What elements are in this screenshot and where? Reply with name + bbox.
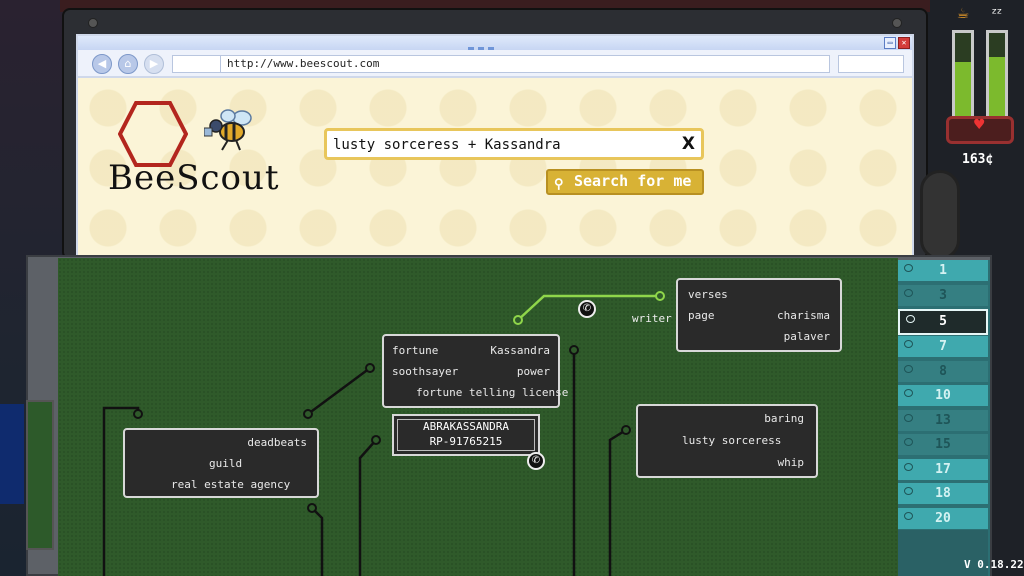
note-word[interactable]: baring	[764, 412, 804, 425]
tab-hook-icon	[904, 511, 913, 520]
note-card-guild[interactable]: deadbeats guild real estate agency	[123, 428, 319, 498]
tab-hook-icon	[904, 462, 913, 471]
tab-page-7[interactable]: 7	[898, 336, 988, 358]
browser-window: ▭ ✕ ◀ ⌂ ▶ http://www.beescout.com BeeSco…	[76, 34, 914, 256]
bee-icon	[204, 109, 252, 151]
tab-label: 13	[935, 412, 951, 428]
tab-hook-icon	[904, 288, 913, 297]
browser-titlebar[interactable]: ▭ ✕	[78, 36, 912, 54]
url-text: http://www.beescout.com	[227, 57, 380, 70]
search-button-label: Search for me	[574, 172, 692, 190]
call-icon[interactable]: ✆	[578, 300, 596, 318]
note-card-verses[interactable]: verses page charisma palaver	[676, 278, 842, 352]
energy-meter	[952, 30, 974, 120]
side-panel	[26, 400, 54, 550]
tab-hook-icon	[904, 264, 913, 272]
forward-arrow-icon[interactable]: ▶	[144, 54, 164, 74]
tab-label: 5	[939, 314, 947, 329]
tab-label: 3	[939, 287, 947, 303]
sleep-icon: ᶻᶻ	[991, 6, 1003, 22]
phone-call-icon[interactable]: ✆	[527, 452, 545, 470]
tab-label: 1	[939, 263, 947, 278]
tab-page-15[interactable]: 15	[898, 434, 988, 456]
search-button[interactable]: ⚲ Search for me	[546, 169, 704, 195]
note-word[interactable]: page	[688, 309, 715, 322]
note-card-sorceress[interactable]: baring lusty sorceress whip	[636, 404, 818, 478]
note-word[interactable]: palaver	[784, 330, 830, 343]
tab-hook-icon	[904, 364, 913, 373]
background-screen	[0, 404, 24, 504]
tab-label: 8	[939, 363, 947, 379]
search-query: lusty sorceress + Kassandra	[333, 137, 561, 153]
drag-grip[interactable]	[468, 39, 508, 54]
note-word[interactable]: guild	[209, 457, 242, 470]
phone-card-inner	[397, 419, 535, 451]
tab-page-10[interactable]: 10	[898, 385, 988, 407]
tab-page-20[interactable]: 20	[898, 507, 988, 530]
tab-page-3[interactable]: 3	[898, 284, 988, 307]
screw	[88, 18, 98, 28]
tab-label: 20	[935, 510, 951, 526]
url-bar-extra[interactable]	[838, 55, 904, 73]
beescout-logo-text: BeeScout	[108, 158, 280, 198]
tab-hook-icon	[904, 438, 913, 446]
url-bar[interactable]: http://www.beescout.com	[172, 55, 830, 73]
note-word[interactable]: soothsayer	[392, 365, 458, 378]
home-icon[interactable]: ⌂	[118, 54, 138, 74]
tab-page-13[interactable]: 13	[898, 409, 988, 432]
note-word[interactable]: fortune	[392, 344, 438, 357]
tab-label: 17	[935, 461, 951, 477]
magnifier-icon: ⚲	[554, 177, 564, 192]
tab-label: 7	[939, 339, 947, 354]
tab-page-17[interactable]: 17	[898, 458, 988, 481]
status-meters: ☕ ᶻᶻ ♥	[944, 2, 1024, 172]
url-prefix	[173, 56, 221, 72]
minimize-button[interactable]: ▭	[884, 37, 896, 49]
tab-label: 10	[935, 388, 951, 403]
screw	[892, 18, 902, 28]
note-word[interactable]: lusty sorceress	[682, 434, 781, 447]
beescout-page: BeeScout lusty sorceress + Kassandra X ⚲…	[78, 78, 912, 256]
browser-navbar: ◀ ⌂ ▶ http://www.beescout.com	[78, 50, 912, 78]
note-word[interactable]: real estate agency	[171, 478, 290, 491]
monitor-cable	[920, 170, 960, 260]
back-arrow-icon[interactable]: ◀	[92, 54, 112, 74]
note-word[interactable]: power	[517, 365, 550, 378]
tab-label: 18	[935, 486, 951, 501]
tab-page-1[interactable]: 1	[898, 260, 988, 282]
page-tabs: 1 3 5 7 8 10 13 15 17 18 20	[898, 260, 990, 576]
clear-search-button[interactable]: X	[682, 134, 695, 154]
note-word[interactable]: whip	[778, 456, 805, 469]
note-word[interactable]: charisma	[777, 309, 830, 322]
version-label: V 0.18.22	[964, 558, 1024, 571]
note-card-fortune[interactable]: fortune Kassandra soothsayer power fortu…	[382, 334, 568, 408]
note-word[interactable]: Kassandra	[490, 344, 550, 357]
note-word[interactable]: verses	[688, 288, 728, 301]
energy-meter-fill	[955, 62, 971, 117]
tab-label: 15	[935, 437, 951, 452]
wire-label: writer	[632, 312, 672, 325]
search-input[interactable]: lusty sorceress + Kassandra X	[324, 128, 704, 160]
sleep-meter-fill	[989, 56, 1005, 117]
heart-icon: ♥	[973, 117, 986, 133]
sleep-meter	[986, 30, 1008, 120]
phone-number-card[interactable]: ABRAKASSANDRA RP-91765215	[392, 414, 540, 456]
tab-page-8[interactable]: 8	[898, 360, 988, 383]
tab-page-5[interactable]: 5	[898, 309, 988, 335]
tab-hook-icon	[904, 340, 913, 348]
note-word[interactable]: fortune telling license	[416, 386, 568, 399]
note-word[interactable]: deadbeats	[247, 436, 307, 449]
coffee-icon: ☕	[956, 6, 970, 22]
tab-hook-icon	[904, 389, 913, 397]
credits-counter: 163¢	[962, 152, 994, 167]
tab-page-18[interactable]: 18	[898, 483, 988, 505]
close-button[interactable]: ✕	[898, 37, 910, 49]
tab-hook-icon	[906, 315, 915, 323]
tab-hook-icon	[904, 413, 913, 422]
tab-hook-icon	[904, 487, 913, 495]
